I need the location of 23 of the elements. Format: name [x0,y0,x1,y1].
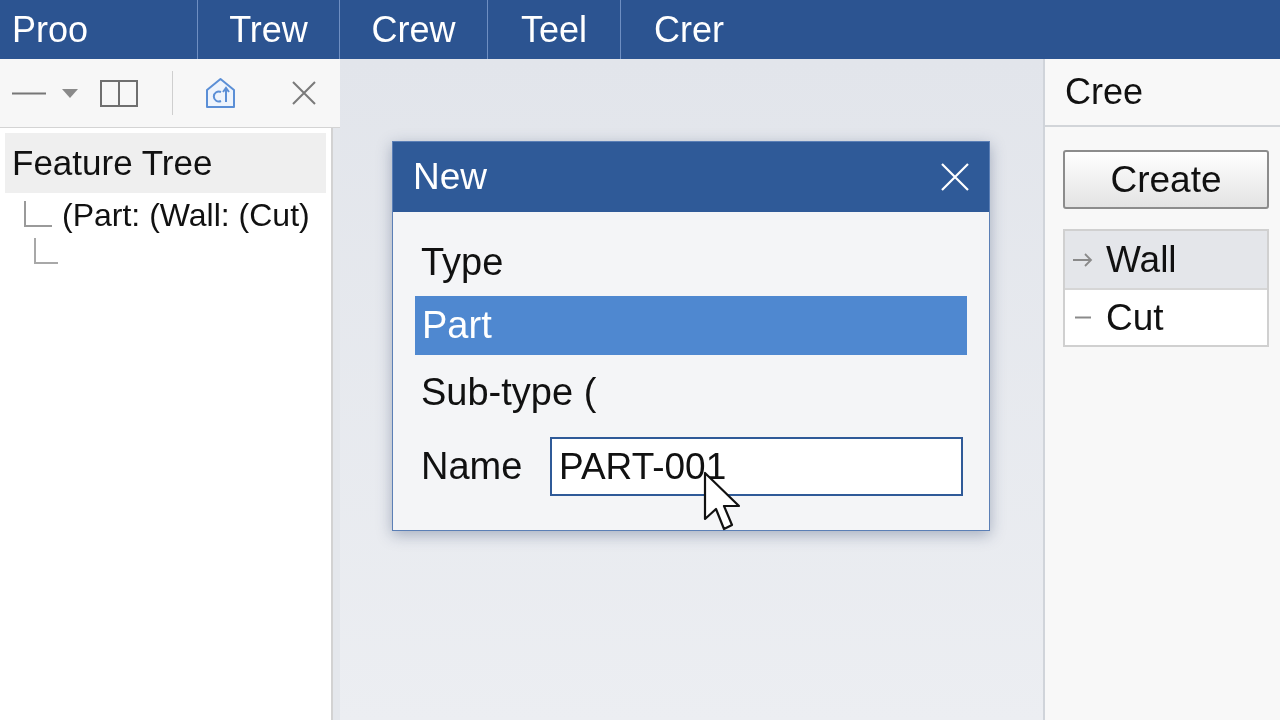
list-option[interactable]: Part [415,296,967,355]
list-item[interactable]: Wall [1065,231,1267,288]
minimize-icon[interactable] [12,91,46,95]
dash-icon [1075,316,1091,319]
panel-title: Cree [1045,59,1280,127]
tree-item[interactable]: (Part: (Wall: (Cut) [62,195,310,235]
close-icon[interactable] [292,81,316,105]
list-item-label: Cut [1106,295,1164,340]
house-arrow-icon[interactable] [205,77,236,109]
tree-branch-icon [24,201,52,227]
name-field[interactable]: PART-001 [550,437,963,496]
field-label: Sub-type ( [420,370,597,414]
arrow-icon [1073,252,1093,267]
field-label: Type [420,240,504,284]
tree-branch-icon [34,238,58,264]
dialog-title: New [413,155,488,200]
dropdown-caret-icon[interactable] [62,88,78,98]
split-view-icon[interactable] [100,79,138,107]
menu-item[interactable]: Crer [621,0,757,59]
list-item-label: Wall [1106,237,1177,282]
create-button[interactable]: Create [1063,150,1269,209]
field-label: Name [420,444,524,489]
tree-header: Feature Tree [5,133,326,193]
